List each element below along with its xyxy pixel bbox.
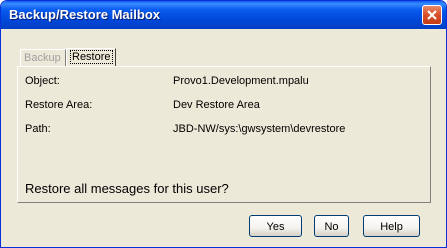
backup-restore-dialog: Backup/Restore Mailbox Backup Restore Ob… bbox=[0, 0, 447, 248]
no-button[interactable]: No bbox=[314, 215, 349, 237]
restore-panel: Object: Provo1.Development.mpalu Restore… bbox=[17, 66, 431, 203]
restore-area-value: Dev Restore Area bbox=[173, 99, 260, 111]
restore-prompt: Restore all messages for this user? bbox=[25, 181, 229, 196]
path-value: JBD-NW/sys:\gwsystem\devrestore bbox=[173, 123, 346, 135]
dialog-body: Backup Restore Object: Provo1.Developmen… bbox=[4, 29, 443, 245]
object-label: Object: bbox=[25, 75, 60, 87]
yes-button[interactable]: Yes bbox=[249, 215, 302, 237]
title-bar[interactable]: Backup/Restore Mailbox bbox=[1, 1, 446, 29]
tab-restore-label: Restore bbox=[70, 50, 113, 64]
path-label: Path: bbox=[25, 123, 51, 135]
tab-restore[interactable]: Restore bbox=[66, 48, 116, 67]
tab-backup-label: Backup bbox=[24, 52, 61, 64]
window-title: Backup/Restore Mailbox bbox=[9, 7, 160, 22]
object-value: Provo1.Development.mpalu bbox=[173, 75, 309, 87]
help-button[interactable]: Help bbox=[363, 215, 420, 237]
tab-backup: Backup bbox=[20, 49, 66, 66]
close-button[interactable] bbox=[422, 5, 442, 25]
close-icon bbox=[427, 10, 437, 20]
restore-area-label: Restore Area: bbox=[25, 99, 93, 111]
